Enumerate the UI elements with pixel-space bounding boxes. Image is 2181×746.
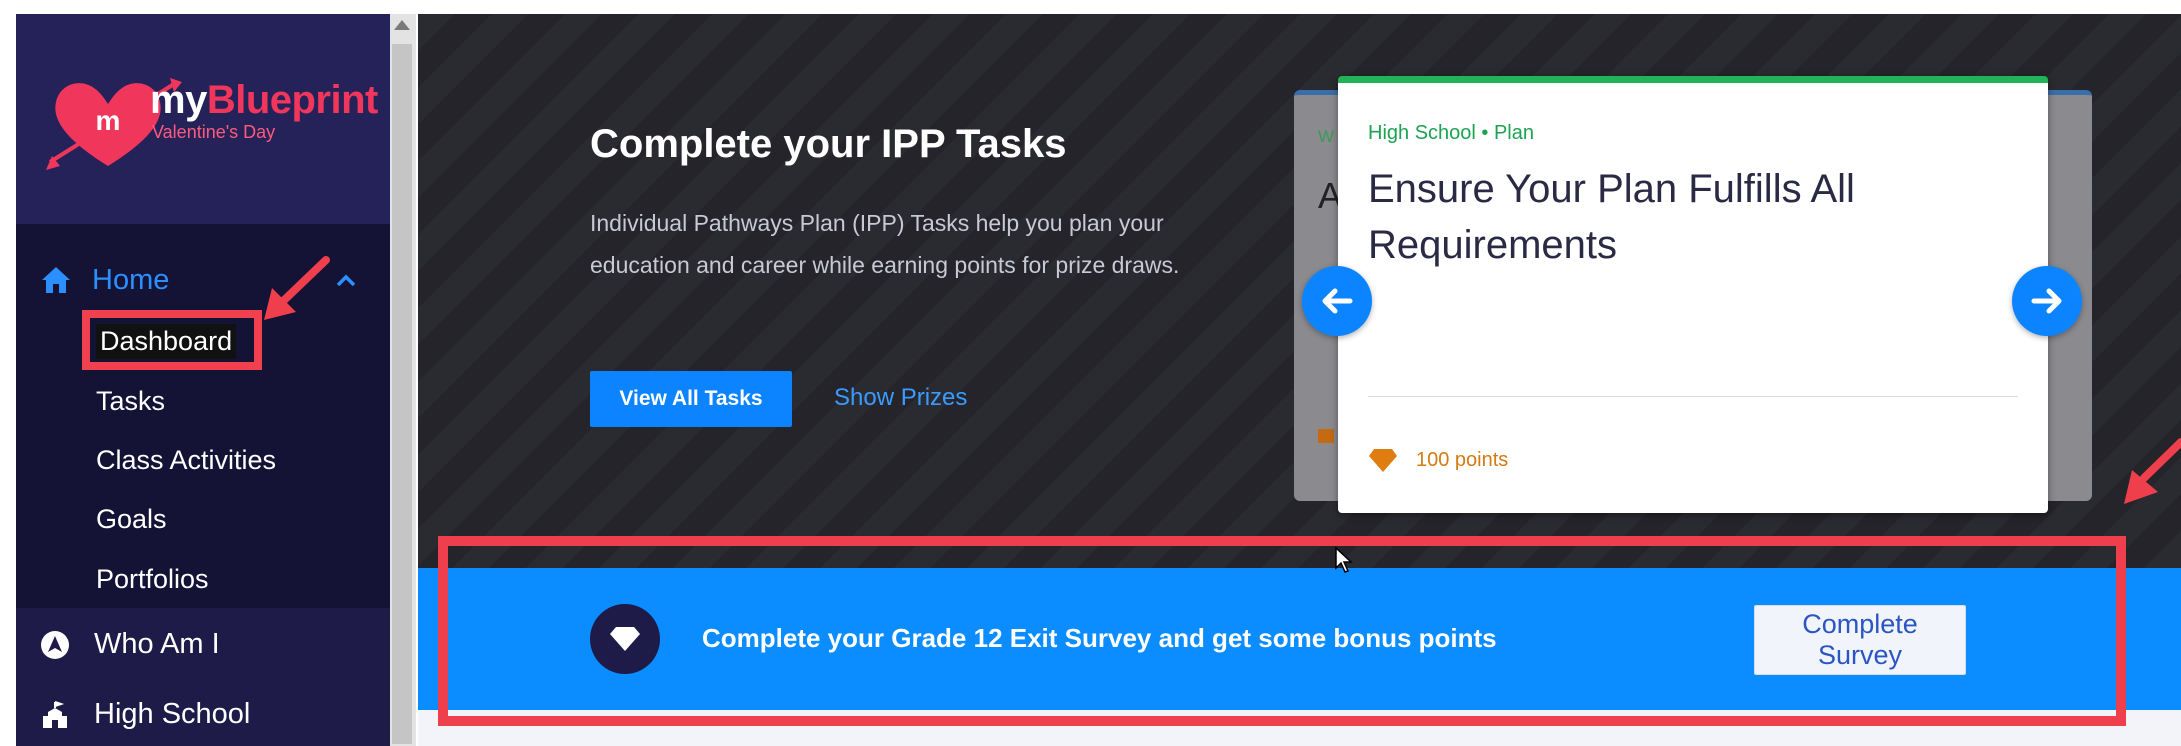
sidebar-item-home-label: Home bbox=[92, 263, 170, 296]
task-card[interactable]: High School • Plan Ensure Your Plan Fulf… bbox=[1338, 76, 2048, 513]
arrow-right-icon bbox=[2031, 288, 2062, 314]
diamond-icon bbox=[1318, 429, 1334, 443]
sidebar: m myBlueprint Valentine's Day Home Dashb… bbox=[16, 14, 390, 746]
annotation-arrow-icon bbox=[2124, 438, 2181, 504]
sidebar-item-dashboard-label: Dashboard bbox=[96, 324, 237, 359]
hero-description: Individual Pathways Plan (IPP) Tasks hel… bbox=[590, 210, 1180, 278]
sidebar-item-class-activities[interactable]: Class Activities bbox=[96, 445, 276, 476]
chevron-up-icon[interactable] bbox=[334, 270, 358, 290]
arrow-left-icon bbox=[1322, 288, 1353, 314]
brand-prefix: my bbox=[150, 78, 207, 122]
view-all-tasks-button[interactable]: View All Tasks bbox=[590, 371, 792, 427]
task-card-tag: High School • Plan bbox=[1368, 122, 1534, 144]
sidebar-item-high-school[interactable]: High School bbox=[40, 698, 250, 731]
annotation-arrow-icon bbox=[264, 256, 330, 320]
home-icon bbox=[42, 267, 70, 293]
heart-letter: m bbox=[96, 105, 121, 136]
sidebar-item-home[interactable]: Home bbox=[40, 260, 169, 300]
previous-card-button[interactable] bbox=[1302, 266, 1372, 336]
annotation-highlight-box bbox=[438, 536, 2126, 726]
sidebar-item-portfolios[interactable]: Portfolios bbox=[96, 564, 209, 595]
scroll-up-arrow-icon[interactable] bbox=[394, 20, 410, 30]
sidebar-item-who-am-i-label: Who Am I bbox=[94, 628, 220, 660]
sidebar-item-dashboard[interactable]: Dashboard bbox=[82, 310, 262, 370]
show-prizes-link[interactable]: Show Prizes bbox=[834, 384, 967, 412]
mouse-cursor-icon bbox=[1335, 546, 1353, 573]
diamond-icon bbox=[1369, 449, 1397, 472]
sidebar-item-high-school-label: High School bbox=[94, 698, 251, 730]
sidebar-item-goals[interactable]: Goals bbox=[96, 504, 167, 535]
sidebar-item-who-am-i[interactable]: Who Am I bbox=[40, 628, 220, 661]
logo-area: m myBlueprint Valentine's Day bbox=[16, 14, 390, 224]
compass-icon bbox=[41, 630, 69, 659]
hero-title: Complete your IPP Tasks bbox=[590, 122, 1067, 166]
next-card-button[interactable] bbox=[2012, 266, 2082, 336]
brand-main: Blueprint bbox=[206, 78, 379, 122]
task-card-title: Ensure Your Plan Fulfills All Requiremen… bbox=[1368, 167, 1855, 267]
sidebar-scrollbar[interactable] bbox=[390, 14, 416, 746]
school-icon bbox=[43, 700, 67, 728]
task-card-points: 100 points bbox=[1368, 447, 1508, 473]
task-card-points-label: 100 points bbox=[1416, 448, 1509, 471]
brand-subtitle: Valentine's Day bbox=[152, 122, 276, 142]
task-card-divider bbox=[1368, 396, 2018, 397]
scroll-thumb[interactable] bbox=[392, 44, 412, 744]
home-nav-group: Home Dashboard Tasks Class Activities Go… bbox=[16, 224, 390, 608]
ipp-tasks-hero: Complete your IPP Tasks Individual Pathw… bbox=[418, 14, 2181, 568]
task-card-previous-tag: W bbox=[1318, 127, 1335, 146]
sidebar-item-tasks[interactable]: Tasks bbox=[96, 386, 165, 417]
brand-name: myBlueprint bbox=[150, 78, 378, 123]
